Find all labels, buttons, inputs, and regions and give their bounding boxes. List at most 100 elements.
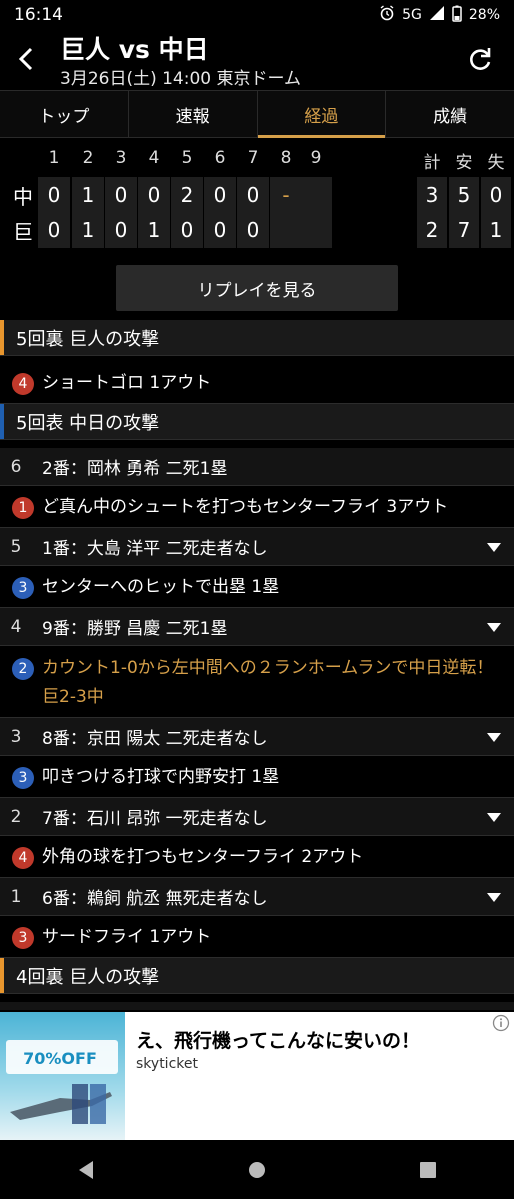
team-label: 中 [13,185,33,209]
expand-chevron-icon[interactable] [474,608,514,645]
play-event-row: 3 センターへのヒットで出塁 1塁 [0,568,514,608]
play-description: 叩きつける打球で内野安打 1塁 [42,767,280,787]
inning-score-cell [270,212,302,248]
totals-header: 安 [455,153,473,173]
inning-header: 4 [148,148,160,168]
section-label: 4回裏 巨人の攻撃 [16,966,160,988]
page-title: 巨人 vs 中日 [60,35,209,64]
network-label: 5G [402,7,422,23]
inning-header: 2 [82,148,94,168]
inning-score-cell: 0 [237,177,269,213]
expand-chevron-icon[interactable] [474,528,514,565]
total-cell: 7 [449,212,479,248]
batter-row[interactable]: 4 9番：勝野 昌慶 二死1塁 [0,608,514,646]
inning-score-cell: 0 [38,212,70,248]
nav-home-button[interactable] [237,1150,277,1190]
batter-info: 7番：石川 昂弥 一死走者なし [42,809,268,829]
triangle-back-icon [78,1160,93,1179]
pitch-count-badge: 1 [12,496,34,519]
nav-recents-button[interactable] [408,1150,448,1190]
team-color-bar [0,320,4,355]
inning-score-cell: 0 [204,177,236,213]
game-info: 3月26日(土) 14:00 東京ドーム [60,69,302,89]
play-event-row: 2 カウント1-0から左中間への２ランホームランで中日逆転！ 巨2-3中 [0,648,514,718]
inning-header: 9 [310,148,322,168]
at-bat-number: 1 [10,886,22,907]
ad-image: 70%OFF [0,1012,125,1140]
at-bat-number: 3 [10,726,22,747]
at-bat-number: 6 [10,456,22,477]
back-button[interactable] [12,42,42,76]
inning-header: 8 [280,148,292,168]
at-bat-number: 5 [10,536,22,557]
expand-chevron-icon[interactable] [474,718,514,755]
play-description: ショートゴロ 1アウト [42,373,212,393]
refresh-button[interactable] [464,44,496,76]
ad-brand: skyticket [136,1056,198,1072]
inning-header: 3 [115,148,127,168]
alarm-icon [379,5,395,25]
signal-icon [429,5,445,25]
batter-info: 6番：鵜飼 航丞 無死走者なし [42,889,268,909]
batter-info: 1番：吉川 尚輝 二死2,3塁 [32,1008,474,1010]
nav-back-button[interactable] [66,1150,106,1190]
replay-button[interactable]: リプレイを見る [116,265,398,311]
tab-top[interactable]: トップ [0,91,129,137]
tab-progress[interactable]: 経過 [257,91,387,138]
inning-section-header: 5回表 中日の攻撃 [0,404,514,440]
pitch-count-badge: 4 [12,372,34,395]
batter-row[interactable]: 2 7番：石川 昂弥 一死走者なし [0,798,514,836]
back-arrow-icon [18,47,33,71]
at-bat-number: 4 [10,616,22,637]
batter-info: 1番：大島 洋平 二死走者なし [42,539,268,559]
inning-score-cell: 1 [138,212,170,248]
pitch-count-badge: 3 [12,926,34,949]
inning-score-cell: 0 [171,212,203,248]
batter-row[interactable]: 3 8番：京田 陽太 二死走者なし [0,718,514,756]
play-description: 外角の球を打つもセンターフライ 2アウト [42,847,364,867]
pitch-count-badge: 2 [12,658,34,680]
play-description: サードフライ 1アウト [42,927,212,947]
square-recents-icon [420,1161,437,1178]
tab-stats[interactable]: 成績 [386,91,514,137]
ad-info-icon[interactable] [492,1014,510,1032]
tab-live[interactable]: 速報 [129,91,258,137]
inning-score-cell: 0 [38,177,70,213]
at-bat-number: 2 [10,806,22,827]
inning-score-cell: 0 [204,212,236,248]
total-cell: 1 [481,212,511,248]
expand-chevron-icon[interactable] [474,798,514,835]
expand-chevron-icon[interactable] [474,1002,514,1010]
play-description: カウント1-0から左中間への２ランホームランで中日逆転！ 巨2-3中 [42,658,494,707]
inning-header: 7 [247,148,259,168]
batter-row[interactable]: 61番：吉川 尚輝 二死2,3塁 [0,1002,514,1010]
battery-icon [452,5,462,26]
inning-section-header: 5回裏 巨人の攻撃 [0,320,514,356]
system-nav-bar [0,1140,514,1199]
ad-title: え、飛行機ってこんなに安いの！ [136,1030,421,1052]
play-description: ど真ん中のシュートを打つもセンターフライ 3アウト [42,497,449,517]
inning-header: 1 [48,148,60,168]
inning-score-cell: 2 [171,177,203,213]
section-label: 5回裏 巨人の攻撃 [16,328,160,350]
inning-score-cell [300,212,332,248]
inning-score-cell: 0 [105,212,137,248]
team-label: 巨 [13,220,33,244]
batter-row[interactable]: 5 1番：大島 洋平 二死走者なし [0,528,514,566]
batter-info: 2番：岡林 勇希 二死1塁 [42,459,228,479]
team-color-bar [0,404,4,439]
header: 巨人 vs 中日 3月26日(土) 14:00 東京ドーム [0,30,514,90]
team-color-bar [0,958,4,993]
ad-banner[interactable]: 70%OFF え、飛行機ってこんなに安いの！ skyticket [0,1012,514,1140]
pitch-count-badge: 4 [12,846,34,869]
play-event-row: 3 叩きつける打球で内野安打 1塁 [0,758,514,798]
batter-row[interactable]: 1 6番：鵜飼 航丞 無死走者なし [0,878,514,916]
batter-row[interactable]: 6 2番：岡林 勇希 二死1塁 [0,448,514,486]
section-label: 5回表 中日の攻撃 [16,412,160,434]
play-by-play-list[interactable]: 5回裏 巨人の攻撃 4 ショートゴロ 1アウト 5回表 中日の攻撃 6 2番：岡林 勇希 … [0,320,514,1010]
total-cell: 3 [417,177,447,213]
inning-header: 5 [181,148,193,168]
expand-chevron-icon[interactable] [474,878,514,915]
batter-info: 9番：勝野 昌慶 二死1塁 [42,619,228,639]
tab-bar: トップ 速報 経過 成績 [0,90,514,138]
